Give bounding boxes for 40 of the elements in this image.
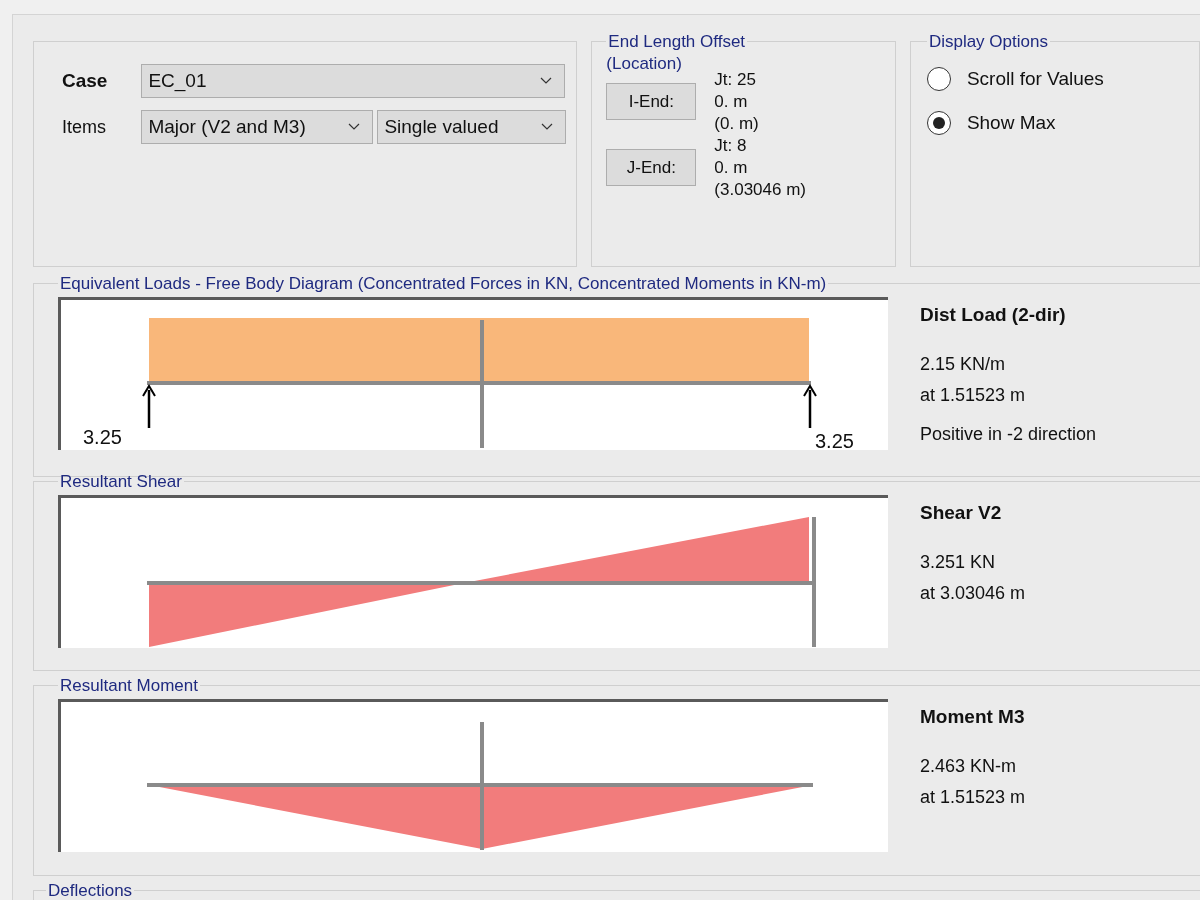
offset-value: 0. m (714, 90, 749, 113)
group-title: Resultant Shear (59, 471, 183, 493)
result-value: Positive in -2 direction (920, 423, 1097, 446)
end-button[interactable]: J-End: (606, 149, 697, 186)
reaction-arrow (142, 383, 156, 428)
chevron-down-icon (541, 123, 554, 131)
result-heading: Dist Load (2-dir) (920, 302, 1067, 327)
radio-button[interactable] (926, 111, 951, 136)
chevron-down-icon (348, 123, 361, 131)
case-label: Case (62, 68, 109, 93)
result-heading: Moment M3 (920, 704, 1026, 729)
dropdown[interactable]: Single valued (377, 110, 567, 144)
offset-value: 0. m (714, 156, 749, 179)
result-value: 2.463 KN-m (920, 755, 1018, 778)
location-value: (0. m) (714, 112, 759, 135)
location-value: (3.03046 m) (714, 178, 806, 201)
result-value: 3.251 KN (920, 551, 997, 574)
radio-option[interactable]: Scroll for Values (926, 64, 1199, 93)
result-value: at 1.51523 m (920, 384, 1027, 407)
dropdown[interactable]: EC_01 (141, 64, 566, 98)
reaction-value: 3.25 (83, 426, 122, 447)
group-title: Resultant Moment (59, 675, 199, 697)
group-title: Equivalent Loads - Free Body Diagram (Concentrated Forces in KN, Concentrated Moments in KN-m) (59, 273, 828, 295)
joint-label: Jt: 25 (714, 68, 757, 91)
chevron-down-icon (540, 77, 553, 85)
radio-option[interactable]: Show Max (926, 109, 1199, 138)
result-value: at 3.03046 m (920, 582, 1026, 605)
end-button[interactable]: I-End: (606, 83, 697, 120)
result-heading: Shear V2 (920, 500, 1003, 525)
reaction-arrow (803, 383, 817, 428)
result-value: 2.15 KN/m (920, 353, 1007, 376)
reaction-value: 3.25 (815, 430, 854, 451)
result-value: at 1.51523 m (920, 786, 1026, 809)
group-title: Display Options (927, 31, 1049, 53)
group-title: Deflections (47, 880, 134, 900)
joint-label: Jt: 8 (714, 134, 748, 157)
dropdown[interactable]: Major (V2 and M3) (141, 110, 374, 144)
items-label: Items (62, 115, 107, 139)
radio-button[interactable] (926, 66, 951, 91)
group-title: End Length Offset (607, 31, 747, 53)
